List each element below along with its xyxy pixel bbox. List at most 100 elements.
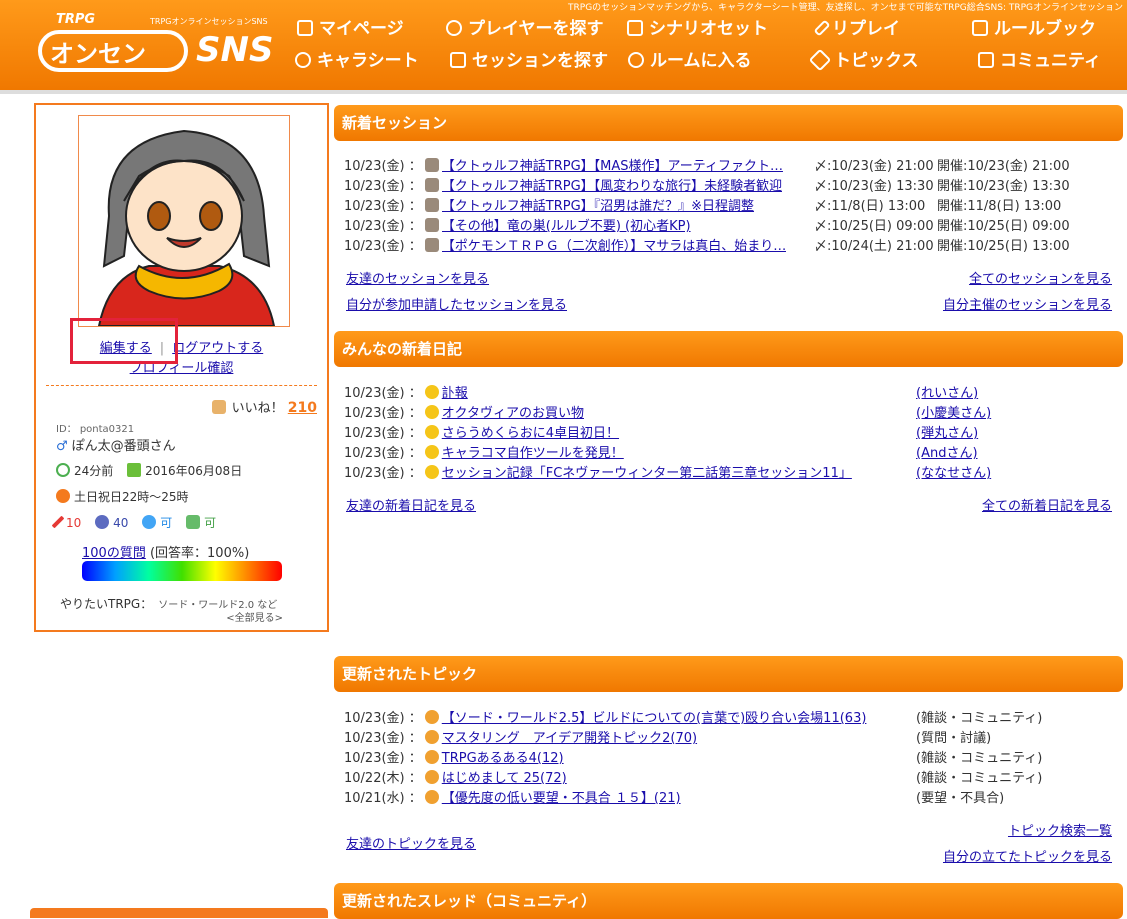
friends-sessions-link[interactable]: 友達のセッションを見る: [346, 268, 489, 287]
questions-row: 100の質問 (回答率：100%): [82, 542, 249, 561]
diary-link[interactable]: さらうめくらおに4卓目初日！: [442, 426, 619, 441]
item-date: 10/21(水) ：: [344, 791, 422, 806]
sessions-list: 10/23(金) ： 【クトゥルフ神話TRPG】【MAS様作】アーティファクト… 〆…: [344, 157, 1114, 257]
applied-sessions-link[interactable]: 自分が参加申請したセッションを見る: [346, 294, 567, 313]
topic-search-link[interactable]: トピック検索一覧: [1008, 820, 1112, 839]
list-item: 10/23(金) ： セッション記録「FCネヴァーウィンター第二話第三章セッション…: [344, 464, 1114, 484]
diary-link[interactable]: 訃報: [442, 386, 468, 401]
topic-category: (要望・不具合): [916, 791, 1005, 806]
nav-find-players[interactable]: プレイヤーを探す: [446, 16, 604, 42]
diary-link[interactable]: セッション記録「FCネヴァーウィンター第二話第三章セッション11」: [442, 466, 852, 481]
answer-rate-bar: [82, 561, 282, 581]
item-date: 10/23(金) ：: [344, 446, 422, 461]
site-logo[interactable]: TRPG TRPGオンラインセッションSNS オンセン SNS: [38, 8, 274, 78]
smiley-icon: [424, 425, 439, 439]
diary-author[interactable]: (小慶美さん): [916, 404, 991, 424]
nav-rulebook[interactable]: ルールブック: [972, 16, 1096, 42]
topics-header: 更新されたトピック: [334, 656, 1123, 692]
chat-icon: [628, 52, 644, 68]
diary-link[interactable]: キャラコマ自作ツールを発見！: [442, 446, 624, 461]
diary-author[interactable]: (Andさん): [916, 444, 978, 464]
logo-sns-text: SNS: [196, 30, 274, 70]
profile-panel: 編集する | ログアウトする プロフィール確認 いいね！ 210 ID： ponta…: [34, 103, 329, 632]
stat-gm: 可: [160, 516, 173, 530]
hosted-sessions-link[interactable]: 自分主催のセッションを見る: [943, 294, 1112, 313]
dice-icon: [450, 52, 466, 68]
topic-link[interactable]: はじめまして 25(72): [442, 771, 567, 786]
diary-link[interactable]: オクタヴィアのお買い物: [442, 406, 584, 421]
play-schedule: 土日祝日22時～25時: [74, 490, 189, 504]
diary-author[interactable]: (れいさん): [916, 384, 978, 404]
nav-find-session[interactable]: セッションを探す: [450, 48, 608, 74]
topic-link[interactable]: TRPGあるある4(12): [442, 751, 564, 766]
session-link[interactable]: 【クトゥルフ神話TRPG】『沼男は誰だ？』※日程調整: [442, 197, 754, 217]
session-link[interactable]: 【ポケモンＴＲＰＧ（二次創作）】マサラは真白、始まり…: [442, 237, 787, 257]
nav-label: リプレイ: [832, 19, 900, 39]
session-link[interactable]: 【クトゥルフ神話TRPG】【MAS様作】アーティファクト…: [442, 157, 783, 177]
topic-link[interactable]: 【ソード・ワールド2.5】ビルドについての(言葉で)殴り合い会場11(63): [442, 711, 867, 726]
friends-diary-link[interactable]: 友達の新着日記を見る: [346, 495, 476, 514]
session-icon: [424, 238, 439, 252]
item-date: 10/22(木) ：: [344, 771, 422, 786]
book-icon: [627, 20, 643, 36]
item-date: 10/23(金) ：: [344, 239, 422, 254]
session-held: 開催:10/23(金) 21:00: [937, 159, 1070, 174]
like-label: いいね！: [231, 401, 284, 416]
time-icon: [56, 489, 70, 503]
topic-category: (雑談・コミュニティ): [916, 751, 1043, 766]
all-diary-link[interactable]: 全ての新着日記を見る: [982, 495, 1112, 514]
list-item: 10/23(金) ： 【クトゥルフ神話TRPG】『沼男は誰だ？』※日程調整 〆:11…: [344, 197, 1114, 217]
diary-author[interactable]: (ななせさん): [916, 464, 991, 484]
page-icon: [297, 20, 313, 36]
avatar-illustration: [97, 129, 276, 326]
nav-enter-room[interactable]: ルームに入る: [628, 48, 752, 74]
nav-label: ルームに入る: [650, 51, 752, 71]
login-row: 24分前 2016年06月08日: [56, 462, 242, 479]
alert-icon: [424, 770, 439, 784]
topic-category: (質問・討議): [916, 731, 992, 746]
nav-community[interactable]: コミュニティ: [978, 48, 1101, 74]
nav-label: コミュニティ: [1000, 51, 1101, 71]
session-icon: [424, 158, 439, 172]
questions-link[interactable]: 100の質問: [82, 546, 146, 561]
topic-link[interactable]: 【優先度の低い要望・不具合 １５】(21): [442, 791, 681, 806]
all-sessions-link[interactable]: 全てのセッションを見る: [969, 268, 1112, 287]
person-icon: [295, 52, 311, 68]
nav-charasheet[interactable]: キャラシート: [295, 48, 419, 74]
nav-replay[interactable]: リプレイ: [813, 16, 900, 42]
item-date: 10/23(金) ：: [344, 159, 422, 174]
nav-label: マイページ: [319, 19, 404, 39]
stat-sword: 10: [66, 516, 82, 530]
session-deadline: 〆:10/23(金) 13:30: [814, 179, 934, 194]
session-icon: [424, 178, 439, 192]
item-date: 10/23(金) ：: [344, 466, 422, 481]
see-all-link[interactable]: <全部見る>: [226, 609, 283, 624]
session-icon: [424, 198, 439, 212]
nav-scenario-set[interactable]: シナリオセット: [627, 16, 768, 42]
thumbs-up-icon: [211, 400, 226, 414]
avatar[interactable]: [78, 115, 290, 327]
session-link[interactable]: 【クトゥルフ神話TRPG】【風変わりな旅行】未経験者歓迎: [442, 177, 782, 197]
logout-link[interactable]: ログアウトする: [172, 341, 263, 356]
session-link[interactable]: 【その他】竜の巣(ルルブ不要) (初心者KP): [442, 217, 691, 237]
session-held: 開催:10/25(日) 13:00: [937, 239, 1070, 254]
item-date: 10/23(金) ：: [344, 751, 422, 766]
friends-topics-link[interactable]: 友達のトピックを見る: [346, 833, 476, 852]
sword-icon: [51, 515, 65, 529]
smiley-icon: [424, 385, 439, 399]
logo-subtitle: TRPGオンラインセッションSNS: [150, 17, 268, 26]
my-topics-link[interactable]: 自分の立てたトピックを見る: [943, 846, 1112, 865]
nav-label: シナリオセット: [649, 19, 768, 39]
nav-mypage[interactable]: マイページ: [297, 16, 404, 42]
building-icon: [978, 52, 994, 68]
like-row: いいね！ 210: [211, 397, 317, 416]
item-date: 10/23(金) ：: [344, 386, 422, 401]
nav-topics[interactable]: トピックス: [808, 48, 919, 74]
diary-author[interactable]: (弾丸さん): [916, 424, 978, 444]
topic-link[interactable]: マスタリング アイデア開発トピック2(70): [442, 731, 697, 746]
questions-rate: (回答率：100%): [149, 546, 250, 561]
list-item: 10/23(金) ： 【ソード・ワールド2.5】ビルドについての(言葉で)殴り合い…: [344, 709, 1114, 729]
like-count[interactable]: 210: [288, 400, 317, 416]
list-item: 10/23(金) ： 【その他】竜の巣(ルルブ不要) (初心者KP) 〆:10/25…: [344, 217, 1114, 237]
alert-icon: [424, 790, 439, 804]
